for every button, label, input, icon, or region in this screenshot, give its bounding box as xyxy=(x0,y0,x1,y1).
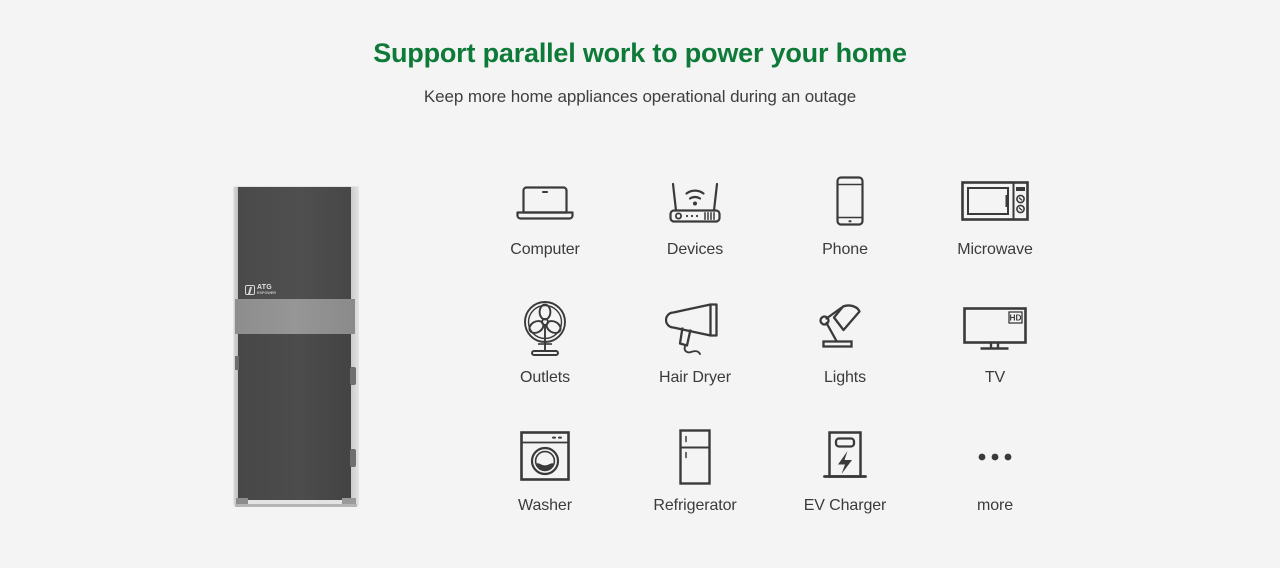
appliance-item-washer: Washer xyxy=(470,426,620,554)
television-icon: HD xyxy=(962,298,1028,360)
ev-charger-icon xyxy=(819,426,871,488)
ellipsis-icon[interactable] xyxy=(973,426,1017,488)
appliance-label: TV xyxy=(984,369,1006,386)
product-base xyxy=(235,504,357,507)
product-right-notch-upper xyxy=(350,367,356,385)
appliance-label: Refrigerator xyxy=(653,497,737,514)
appliance-label: Devices xyxy=(666,241,724,258)
appliance-label: Microwave xyxy=(957,241,1033,258)
smartphone-icon xyxy=(825,170,865,232)
product-upper-panel xyxy=(238,187,351,299)
tv-hd-badge: HD xyxy=(1009,313,1021,323)
washing-machine-icon xyxy=(519,426,571,488)
appliance-label: Outlets xyxy=(520,369,570,386)
appliance-label: Hair Dryer xyxy=(659,369,731,386)
appliance-label: Lights xyxy=(823,369,867,386)
promo-banner: Support parallel work to power your home… xyxy=(0,0,1280,568)
page-subtitle: Keep more home appliances operational du… xyxy=(423,87,857,106)
product-center-band xyxy=(235,299,355,334)
appliance-grid: Computer Devices Phone Microwave Outlets… xyxy=(470,170,1070,554)
appliance-item-outlets: Outlets xyxy=(470,298,620,426)
appliance-item-computer: Computer xyxy=(470,170,620,298)
appliance-label: Washer xyxy=(518,497,572,514)
appliance-item-devices: Devices xyxy=(620,170,770,298)
product-lower-panel xyxy=(238,334,351,500)
appliance-label: more xyxy=(976,497,1014,514)
appliance-label: EV Charger xyxy=(803,497,887,514)
appliance-item-more[interactable]: more xyxy=(920,426,1070,554)
page-title: Support parallel work to power your home xyxy=(373,38,907,68)
appliance-item-hair-dryer: Hair Dryer xyxy=(620,298,770,426)
refrigerator-icon xyxy=(674,426,716,488)
product-brand-logo: ATG ESPOWER xyxy=(245,284,276,296)
atg-wordmark: ATG ESPOWER xyxy=(257,284,276,296)
appliance-item-lights: Lights xyxy=(770,298,920,426)
microwave-icon xyxy=(960,170,1030,232)
appliance-item-refrigerator: Refrigerator xyxy=(620,426,770,554)
brand-name-secondary: ESPOWER xyxy=(257,291,277,295)
header: Support parallel work to power your home… xyxy=(0,0,1280,109)
wifi-router-icon xyxy=(664,170,726,232)
appliance-item-tv: HD TV xyxy=(920,298,1070,426)
appliance-item-ev-charger: EV Charger xyxy=(770,426,920,554)
fan-icon xyxy=(516,298,574,360)
laptop-icon xyxy=(514,170,576,232)
appliance-item-phone: Phone xyxy=(770,170,920,298)
appliance-label: Phone xyxy=(822,241,868,258)
atg-logo-mark-icon xyxy=(245,284,255,295)
hair-dryer-icon xyxy=(665,298,725,360)
appliance-item-microwave: Microwave xyxy=(920,170,1070,298)
appliance-label: Computer xyxy=(510,241,580,258)
desk-lamp-icon xyxy=(816,298,874,360)
brand-name-primary: ATG xyxy=(257,284,272,291)
product-image: ATG ESPOWER xyxy=(232,184,364,508)
product-right-notch-lower xyxy=(350,449,356,467)
product-left-notch xyxy=(235,356,239,370)
